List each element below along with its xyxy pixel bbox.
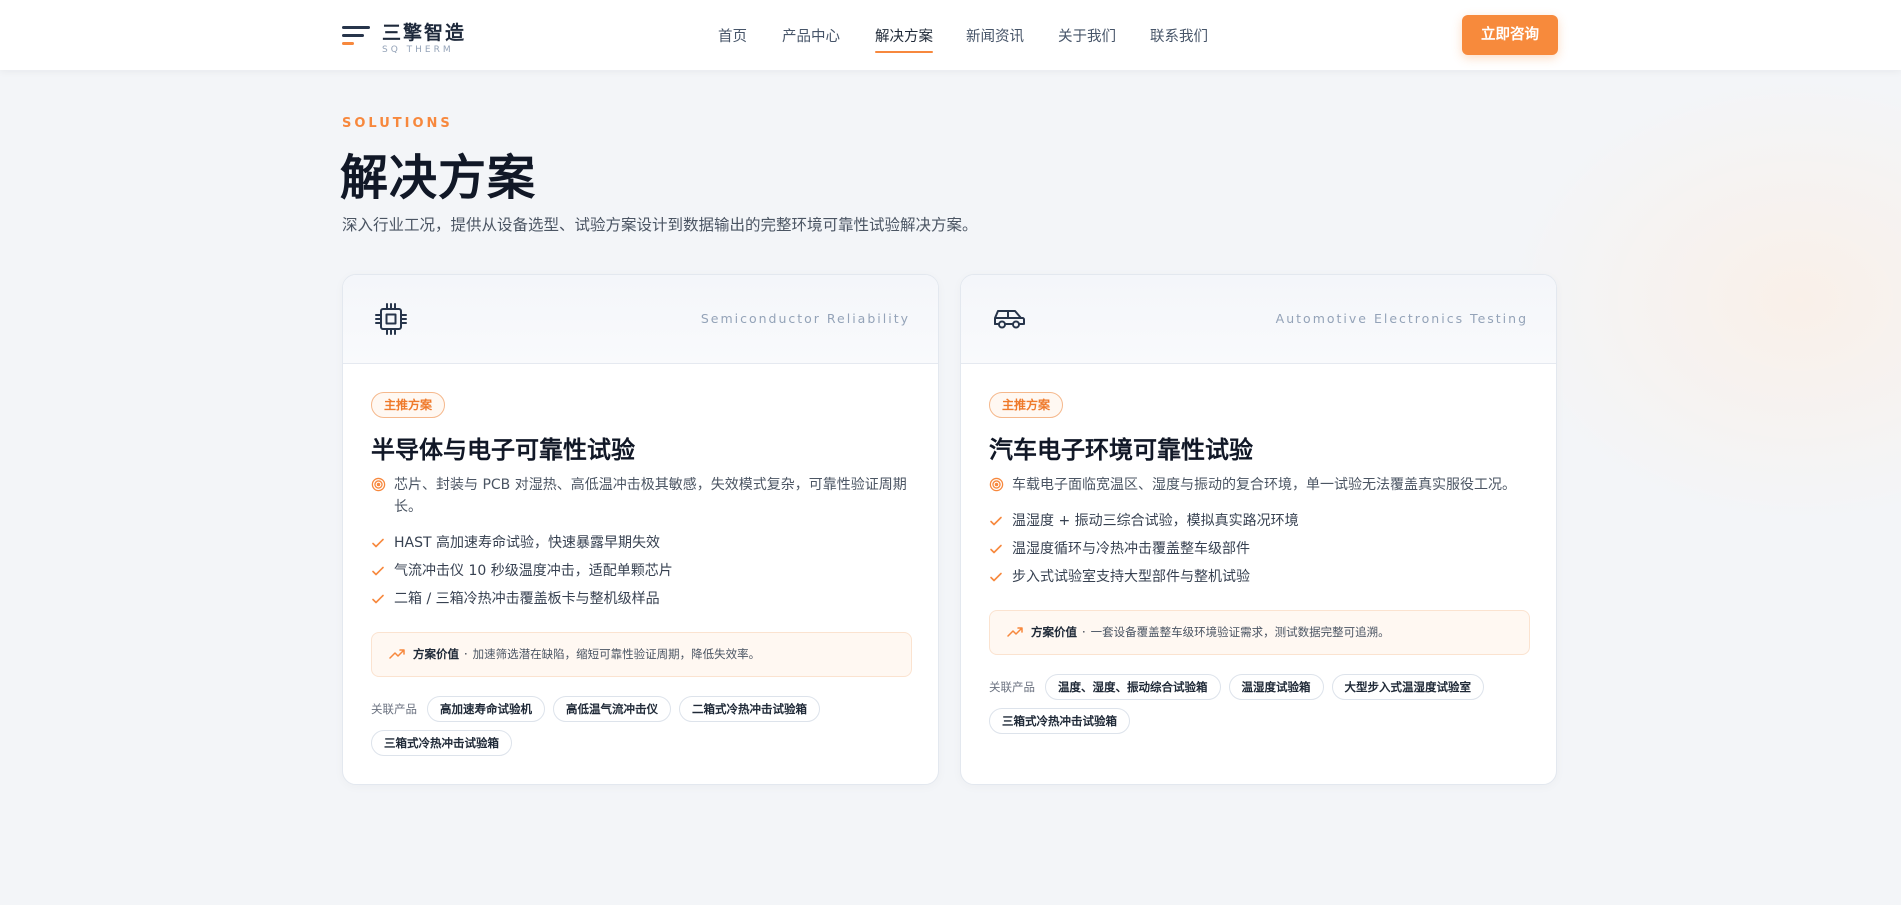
nav-item-news[interactable]: 新闻资讯: [966, 25, 1024, 46]
value-label: 方案价值: [1031, 625, 1077, 639]
card-title: 汽车电子环境可靠性试验: [989, 436, 1253, 464]
value-text: 一套设备覆盖整车级环境验证需求，测试数据完整可追溯。: [1090, 625, 1390, 639]
nav-item-home[interactable]: 首页: [718, 25, 747, 46]
target-icon: [371, 477, 386, 492]
related-products: 关联产品 高加速寿命试验机 高低温气流冲击仪 二箱式冷热冲击试验箱 三箱式冷热冲…: [371, 696, 916, 756]
menu-lines-logo-icon: [342, 26, 370, 48]
check-icon: [372, 538, 384, 548]
nav-item-solutions-label: 解决方案: [875, 29, 933, 45]
value-separator: ·: [1082, 625, 1086, 639]
related-products-label: 关联产品: [989, 680, 1035, 694]
feature-text: HAST 高加速寿命试验，快速暴露早期失效: [394, 535, 660, 551]
check-icon: [372, 566, 384, 576]
value-callout: 方案价值 · 一套设备覆盖整车级环境验证需求，测试数据完整可追溯。: [989, 610, 1530, 655]
value-callout: 方案价值 · 加速筛选潜在缺陷，缩短可靠性验证周期，降低失效率。: [371, 632, 912, 677]
car-icon: [994, 310, 1025, 329]
value-text: 加速筛选潜在缺陷，缩短可靠性验证周期，降低失效率。: [472, 647, 761, 661]
value-separator: ·: [464, 647, 468, 661]
feature-list: HAST 高加速寿命试验，快速暴露早期失效 气流冲击仪 10 秒级温度冲击，适配…: [371, 532, 916, 616]
pain-point: 车载电子面临宽温区、湿度与振动的复合环境，单一试验无法覆盖真实服役工况。: [989, 474, 1534, 496]
page-title: 解决方案: [340, 150, 537, 206]
product-chip[interactable]: 三箱式冷热冲击试验箱: [371, 730, 512, 756]
featured-badge: 主推方案: [989, 392, 1064, 418]
product-chip[interactable]: 温度、湿度、振动综合试验箱: [1045, 674, 1221, 700]
trending-up-icon: [1007, 627, 1023, 637]
chip-icon: [375, 303, 407, 335]
card-english-title: Automotive Electronics Testing: [1275, 311, 1528, 326]
feature-text: 二箱 / 三箱冷热冲击覆盖板卡与整机级样品: [394, 591, 660, 607]
card-header: Semiconductor Reliability: [343, 275, 938, 364]
section-eyebrow: SOLUTIONS: [342, 116, 453, 131]
card-title: 半导体与电子可靠性试验: [371, 436, 635, 464]
featured-badge: 主推方案: [371, 392, 446, 418]
value-label: 方案价值: [413, 647, 459, 661]
product-chip[interactable]: 大型步入式温湿度试验室: [1331, 674, 1484, 700]
feature-item: 二箱 / 三箱冷热冲击覆盖板卡与整机级样品: [371, 588, 916, 616]
target-icon: [989, 477, 1004, 492]
feature-text: 温湿度循环与冷热冲击覆盖整车级部件: [1012, 541, 1250, 557]
check-icon: [990, 572, 1002, 582]
check-icon: [990, 516, 1002, 526]
solution-card-automotive[interactable]: Automotive Electronics Testing 主推方案 汽车电子…: [960, 274, 1557, 785]
nav-item-solutions[interactable]: 解决方案: [875, 25, 933, 53]
brand-subtitle: SQ THERM: [382, 45, 454, 55]
feature-item: 气流冲击仪 10 秒级温度冲击，适配单颗芯片: [371, 560, 916, 588]
product-chip[interactable]: 二箱式冷热冲击试验箱: [679, 696, 820, 722]
site-header: 三擎智造 SQ THERM 首页 产品中心 解决方案 新闻资讯 关于我们 联系我…: [0, 0, 1901, 70]
feature-text: 气流冲击仪 10 秒级温度冲击，适配单颗芯片: [394, 563, 673, 579]
card-header: Automotive Electronics Testing: [961, 275, 1556, 364]
related-products: 关联产品 温度、湿度、振动综合试验箱 温湿度试验箱 大型步入式温湿度试验室 三箱…: [989, 674, 1534, 734]
feature-text: 步入式试验室支持大型部件与整机试验: [1012, 569, 1250, 585]
pain-text: 车载电子面临宽温区、湿度与振动的复合环境，单一试验无法覆盖真实服役工况。: [1012, 477, 1516, 493]
feature-item: 步入式试验室支持大型部件与整机试验: [989, 566, 1534, 594]
feature-list: 温湿度 + 振动三综合试验，模拟真实路况环境 温湿度循环与冷热冲击覆盖整车级部件…: [989, 510, 1534, 594]
pain-point: 芯片、封装与 PCB 对湿热、高低温冲击极其敏感，失效模式复杂，可靠性验证周期长…: [371, 474, 916, 518]
pain-text: 芯片、封装与 PCB 对湿热、高低温冲击极其敏感，失效模式复杂，可靠性验证周期长…: [394, 477, 907, 515]
nav-item-products[interactable]: 产品中心: [782, 25, 840, 46]
nav-active-underline: [875, 51, 933, 53]
nav-item-about[interactable]: 关于我们: [1058, 25, 1116, 46]
brand-name: 三擎智造: [382, 22, 467, 44]
solution-card-semiconductor[interactable]: Semiconductor Reliability 主推方案 半导体与电子可靠性…: [342, 274, 939, 785]
page-description: 深入行业工况，提供从设备选型、试验方案设计到数据输出的完整环境可靠性试验解决方案…: [342, 216, 978, 234]
consult-button[interactable]: 立即咨询: [1462, 15, 1558, 55]
feature-item: HAST 高加速寿命试验，快速暴露早期失效: [371, 532, 916, 560]
check-icon: [372, 594, 384, 604]
related-products-label: 关联产品: [371, 702, 417, 716]
feature-item: 温湿度循环与冷热冲击覆盖整车级部件: [989, 538, 1534, 566]
product-chip[interactable]: 高加速寿命试验机: [427, 696, 545, 722]
product-chip[interactable]: 温湿度试验箱: [1228, 674, 1324, 700]
product-chip[interactable]: 高低温气流冲击仪: [553, 696, 671, 722]
feature-item: 温湿度 + 振动三综合试验，模拟真实路况环境: [989, 510, 1534, 538]
nav-item-contact[interactable]: 联系我们: [1150, 25, 1208, 46]
product-chip[interactable]: 三箱式冷热冲击试验箱: [989, 708, 1130, 734]
trending-up-icon: [389, 649, 405, 659]
feature-text: 温湿度 + 振动三综合试验，模拟真实路况环境: [1012, 513, 1299, 529]
card-english-title: Semiconductor Reliability: [700, 311, 910, 326]
check-icon: [990, 544, 1002, 554]
